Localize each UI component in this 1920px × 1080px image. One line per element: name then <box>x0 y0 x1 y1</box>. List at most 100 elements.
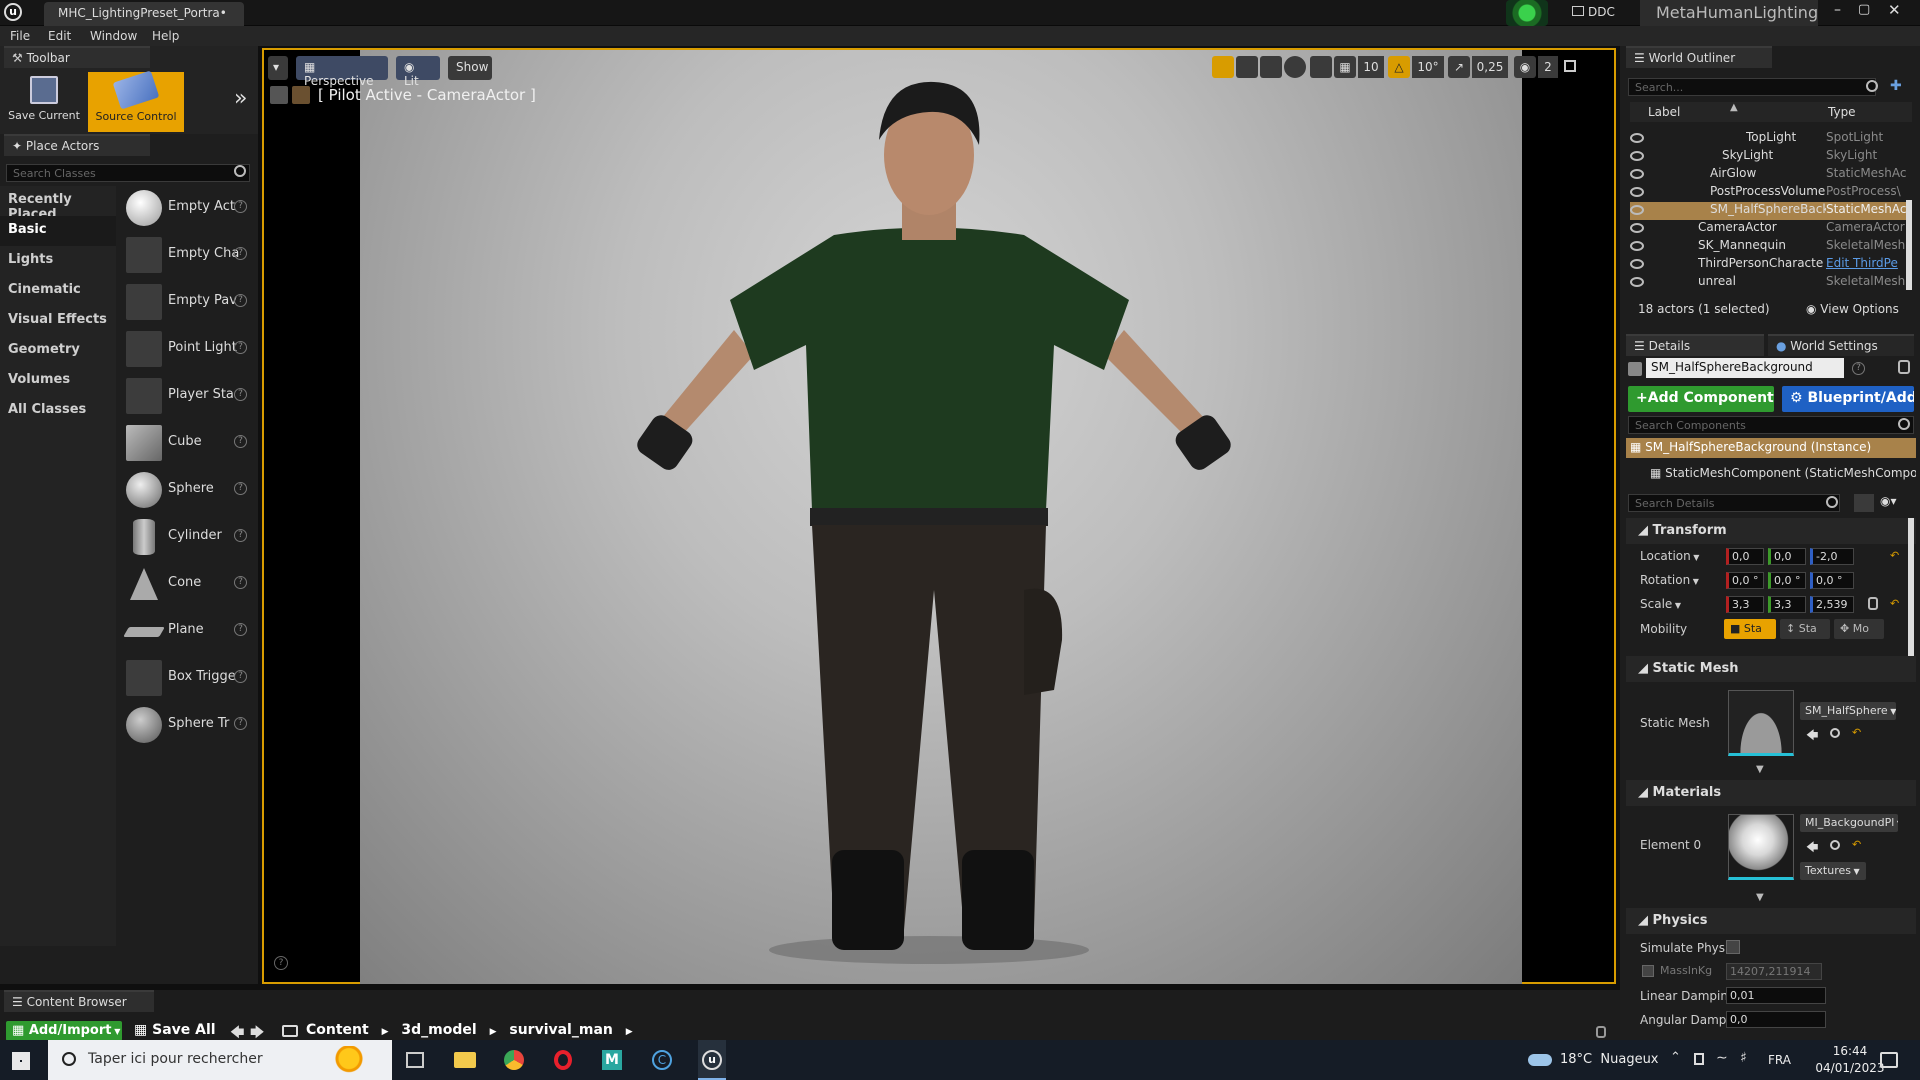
visibility-eye-icon[interactable] <box>1630 277 1644 287</box>
actor-sphere[interactable]: Sphere? <box>122 468 252 512</box>
materials-section-header[interactable]: ◢ Materials <box>1626 780 1916 806</box>
world-outliner-tab[interactable]: ☰ World Outliner <box>1626 46 1772 68</box>
tray-chevron-up-icon[interactable]: ⌃ <box>1670 1050 1681 1065</box>
rotation-snap-icon[interactable]: △ <box>1388 56 1410 78</box>
windows-start-icon[interactable] <box>12 1052 30 1070</box>
help-icon[interactable]: ? <box>234 435 247 448</box>
actor-name-field[interactable]: SM_HalfSphereBackground <box>1646 358 1844 378</box>
outliner-row[interactable]: TopLight SpotLight <box>1630 130 1912 148</box>
wifi-icon[interactable]: ∼ <box>1716 1050 1728 1066</box>
add-component-button[interactable]: +Add Component ▼ <box>1628 386 1774 412</box>
clock-date[interactable]: 04/01/2023 <box>1810 1061 1890 1075</box>
notifications-icon[interactable] <box>1880 1052 1898 1068</box>
reset-material-icon[interactable]: ↶ <box>1852 838 1861 851</box>
source-control-status-icon[interactable] <box>1506 0 1548 26</box>
grid-snap-value[interactable]: 10 <box>1358 56 1384 78</box>
angular-damping-input[interactable]: 0,0 <box>1726 1011 1826 1028</box>
material-thumbnail[interactable] <box>1728 814 1794 880</box>
mobility-static-toggle[interactable]: ■ Sta <box>1724 619 1776 639</box>
menu-edit[interactable]: Edit <box>48 29 71 43</box>
visibility-eye-icon[interactable] <box>1630 151 1644 161</box>
file-explorer-icon[interactable] <box>454 1052 476 1068</box>
simulate-physics-checkbox[interactable] <box>1726 940 1740 954</box>
world-settings-tab[interactable]: ● World Settings <box>1768 334 1914 356</box>
save-current-button[interactable]: Save Current <box>4 74 84 130</box>
outliner-search-input[interactable]: Search... <box>1628 78 1876 96</box>
help-icon[interactable]: ? <box>234 482 247 495</box>
help-icon[interactable]: ? <box>234 529 247 542</box>
category-geometry[interactable]: Geometry <box>0 336 116 366</box>
textures-dropdown[interactable]: Textures ▼ <box>1800 862 1866 880</box>
search-components-input[interactable]: Search Components <box>1628 416 1914 434</box>
visibility-eye-icon[interactable] <box>1630 205 1644 215</box>
lock-icon[interactable] <box>1898 360 1910 374</box>
column-label[interactable]: Label <box>1648 105 1680 119</box>
static-mesh-dropdown[interactable]: SM_HalfSphere ▼ <box>1800 702 1896 720</box>
actor-player-start[interactable]: Player Sta? <box>122 374 252 418</box>
help-icon[interactable]: ? <box>234 200 247 213</box>
outliner-row[interactable]: SkyLight SkyLight <box>1630 148 1912 166</box>
category-lights[interactable]: Lights <box>0 246 116 276</box>
mobility-movable-toggle[interactable]: ✥ Mo <box>1834 619 1884 639</box>
use-selected-arrow-icon[interactable]: 🡄 <box>1806 838 1818 859</box>
outliner-row[interactable]: CameraActor CameraActor <box>1630 220 1912 238</box>
outliner-row[interactable]: ThirdPersonCharacter Edit ThirdPe <box>1630 256 1912 274</box>
menu-window[interactable]: Window <box>90 29 137 43</box>
close-button[interactable]: ✕ <box>1888 1 1901 19</box>
actor-empty-actor[interactable]: Empty Act? <box>122 186 252 230</box>
unreal-taskbar-icon[interactable]: u <box>698 1040 726 1080</box>
view-options-button[interactable]: ◉ View Options <box>1806 302 1899 316</box>
outliner-row[interactable]: PostProcessVolume PostProcess\ <box>1630 184 1912 202</box>
static-mesh-section-header[interactable]: ◢ Static Mesh <box>1626 656 1916 682</box>
maximize-viewport-icon[interactable] <box>1564 60 1576 72</box>
actor-plane[interactable]: Plane? <box>122 609 252 653</box>
category-visual-effects[interactable]: Visual Effects <box>0 306 116 336</box>
actor-point-light[interactable]: Point Light? <box>122 327 252 371</box>
scale-icon[interactable] <box>1260 56 1282 78</box>
maximize-button[interactable]: ▢ <box>1858 2 1870 17</box>
rotation-z-input[interactable]: 0,0 ° <box>1810 572 1854 589</box>
property-matrix-icon[interactable] <box>1854 494 1874 512</box>
category-recently-placed[interactable]: Recently Placed <box>0 186 116 222</box>
metahuman-app-icon[interactable]: M <box>602 1050 622 1070</box>
taskbar-search-box[interactable]: Taper ici pour rechercher <box>48 1040 392 1080</box>
surface-snap-icon[interactable] <box>1310 56 1332 78</box>
outliner-row[interactable]: unreal SkeletalMesh <box>1630 274 1912 292</box>
expand-advanced-icon[interactable]: ▼ <box>1756 764 1764 775</box>
visibility-eye-icon[interactable] <box>1630 169 1644 179</box>
lit-button[interactable]: ◉ Lit <box>396 56 440 88</box>
save-all-button[interactable]: ▦ Save All <box>134 1022 216 1038</box>
content-browser-tab[interactable]: ☰ Content Browser <box>4 990 154 1012</box>
category-basic[interactable]: Basic <box>0 216 116 246</box>
add-filter-icon[interactable]: ✚ <box>1890 78 1906 94</box>
scale-y-input[interactable]: 3,3 <box>1768 596 1806 613</box>
material-dropdown[interactable]: MI_BackgoundPl ▼ <box>1800 814 1898 832</box>
viewport-help-icon[interactable]: ? <box>274 956 288 970</box>
breadcrumb-3d-model[interactable]: 3d_model <box>401 1022 476 1038</box>
actor-empty-pawn[interactable]: Empty Pav? <box>122 280 252 324</box>
component-root-row[interactable]: ▦ SM_HalfSphereBackground (Instance) <box>1626 438 1916 458</box>
category-volumes[interactable]: Volumes <box>0 366 116 396</box>
actor-cylinder[interactable]: Cylinder? <box>122 515 252 559</box>
visibility-eye-icon[interactable] <box>1630 187 1644 197</box>
perspective-button[interactable]: ▦ Perspective <box>296 56 388 88</box>
breadcrumb-content[interactable]: Content <box>306 1022 369 1038</box>
help-icon[interactable]: ? <box>1852 362 1865 375</box>
show-button[interactable]: Show <box>448 56 492 80</box>
visibility-eye-icon[interactable] <box>1630 133 1644 143</box>
rotation-snap-value[interactable]: 10° <box>1412 56 1444 78</box>
language-indicator[interactable]: FRA <box>1768 1053 1791 1067</box>
scale-snap-value[interactable]: 0,25 <box>1472 56 1508 78</box>
search-details-input[interactable]: Search Details <box>1628 494 1840 512</box>
help-icon[interactable]: ? <box>234 341 247 354</box>
camera-speed-icon[interactable]: ◉ <box>1514 56 1536 78</box>
volume-icon[interactable]: ♯ <box>1740 1050 1747 1066</box>
source-control-button[interactable]: Source Control <box>88 70 184 132</box>
scale-z-input[interactable]: 2,539 <box>1810 596 1854 613</box>
search-classes-input[interactable]: Search Classes <box>6 164 250 182</box>
outliner-row[interactable]: SK_Mannequin SkeletalMesh <box>1630 238 1912 256</box>
category-cinematic[interactable]: Cinematic <box>0 276 116 306</box>
outliner-row[interactable]: AirGlow StaticMeshAc <box>1630 166 1912 184</box>
tray-device-icon[interactable] <box>1694 1053 1704 1065</box>
rotation-label[interactable]: Rotation ▼ <box>1640 573 1699 587</box>
